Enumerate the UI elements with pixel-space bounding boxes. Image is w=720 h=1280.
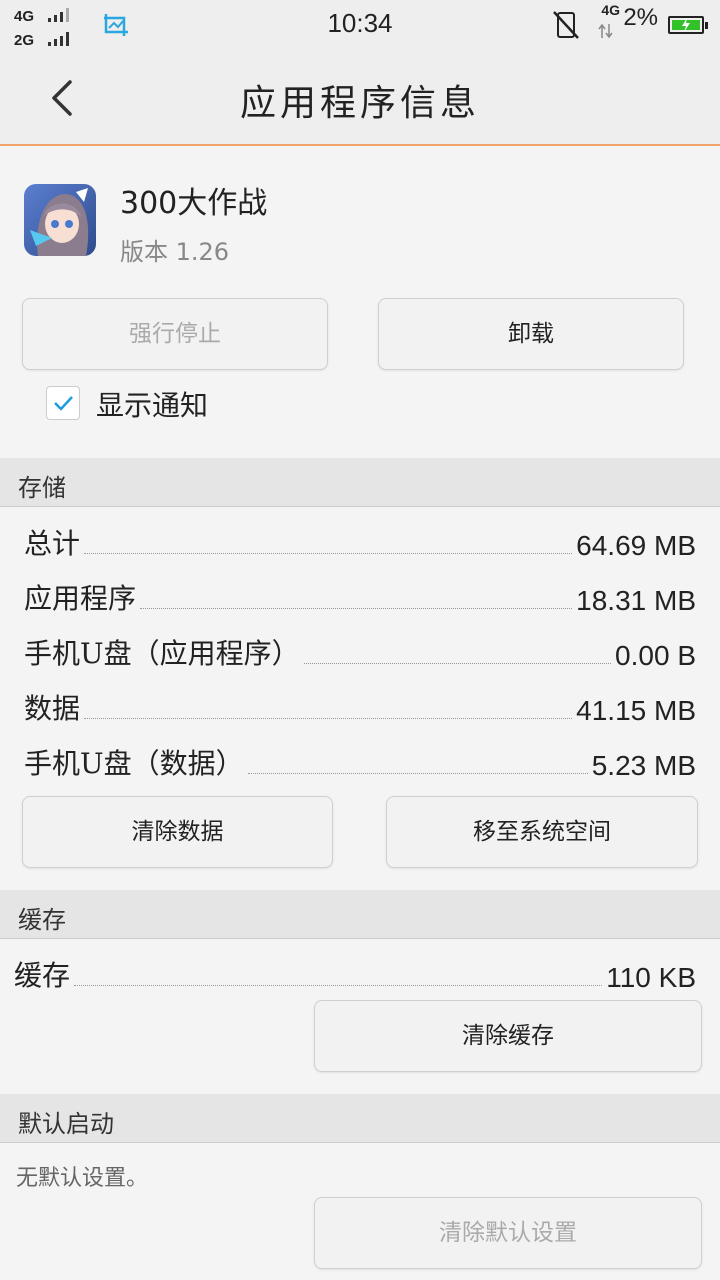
force-stop-button[interactable]: 强行停止 [22,298,328,370]
row-value: 41.15 MB [576,695,696,726]
default-launch-section-header: 默认启动 [0,1094,720,1143]
row-label: 缓存 [14,959,71,992]
dotted-leader [140,607,573,609]
row-value: 5.23 MB [591,750,696,781]
section-title: 缓存 [18,906,66,934]
status-bar: 4G 2G 10:34 4G 2% [0,0,720,52]
storage-row-usb-data: 手机U盘（数据） 5.23 MB [24,742,696,782]
no-default-note: 无默认设置。 [16,1166,149,1191]
storage-row-total: 总计 64.69 MB [24,522,696,562]
clear-cache-button[interactable]: 清除缓存 [314,1000,702,1072]
uninstall-button[interactable]: 卸载 [378,298,684,370]
check-icon [54,396,73,411]
section-title: 存储 [18,474,66,502]
row-value: 110 KB [606,962,696,993]
clear-data-button[interactable]: 清除数据 [22,796,333,868]
page-title: 应用程序信息 [239,83,480,124]
move-to-system-button[interactable]: 移至系统空间 [386,796,698,868]
battery-percent: 2% [623,4,658,31]
app-icon [24,184,96,256]
section-title: 默认启动 [18,1110,114,1138]
dotted-leader [84,717,573,719]
row-label: 应用程序 [24,582,137,615]
storage-section-header: 存储 [0,458,720,507]
dotted-leader [74,984,603,986]
network-type-right: 4G [601,2,620,18]
row-value: 64.69 MB [576,530,696,561]
dotted-leader [303,662,612,664]
app-version: 版本 1.26 [120,238,230,266]
cache-section-header: 缓存 [0,890,720,939]
row-label: 手机U盘（数据） [24,747,244,780]
data-arrows-icon [598,23,613,39]
storage-row-usb-app: 手机U盘（应用程序） 0.00 B [24,632,696,672]
dotted-leader [247,772,588,774]
show-notification-label: 显示通知 [96,389,209,422]
battery-icon [668,16,708,34]
title-bar: 应用程序信息 [0,52,720,146]
show-notification-checkbox[interactable] [46,386,80,420]
clear-defaults-button[interactable]: 清除默认设置 [314,1197,702,1269]
row-label: 手机U盘（应用程序） [24,637,300,670]
row-label: 数据 [24,692,81,725]
mute-icon [553,11,579,39]
row-label: 总计 [24,527,81,560]
app-name: 300大作战 [120,186,268,221]
row-value: 0.00 B [615,640,696,671]
storage-row-app: 应用程序 18.31 MB [24,577,696,617]
dotted-leader [84,552,573,554]
row-value: 18.31 MB [576,585,696,616]
storage-row-data: 数据 41.15 MB [24,687,696,727]
cache-row: 缓存 110 KB [14,954,696,994]
